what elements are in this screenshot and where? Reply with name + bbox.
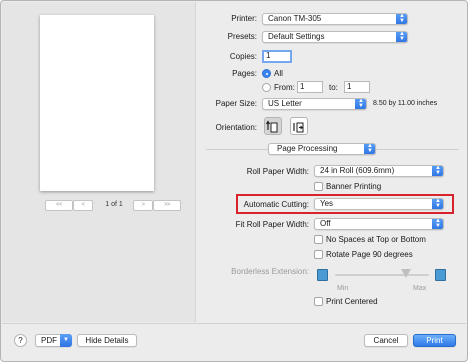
pages-to-label: to: — [329, 83, 338, 92]
automatic-cutting-label: Automatic Cutting: — [243, 200, 309, 209]
print-button[interactable]: Print — [413, 334, 456, 347]
paper-size-popup[interactable]: US Letter ▲ ▼ — [262, 98, 367, 110]
paper-size-dimensions: 8.50 by 11.00 inches — [373, 100, 438, 107]
preview-pane: << < 1 of 1 > >> — [2, 2, 196, 322]
borderless-slider-thumb[interactable] — [400, 269, 411, 278]
borderless-min-label: Min — [337, 285, 349, 292]
help-button[interactable]: ? — [14, 334, 27, 347]
rotate-page-checkbox[interactable] — [314, 250, 323, 259]
pages-from-radio[interactable] — [262, 83, 271, 92]
last-page-button[interactable]: >> — [153, 200, 181, 211]
pages-from-field[interactable]: 1 — [297, 81, 323, 93]
borderless-min-icon — [317, 269, 328, 281]
orientation-label: Orientation: — [215, 123, 257, 132]
roll-paper-width-popup[interactable]: 24 in Roll (609.6mm) ▲ ▼ — [314, 165, 444, 177]
portrait-icon — [265, 120, 278, 133]
portrait-button[interactable] — [264, 117, 282, 135]
section-popup[interactable]: Page Processing ▲ ▼ — [268, 143, 376, 155]
borderless-max-icon — [435, 269, 446, 281]
rotate-page-label: Rotate Page 90 degrees — [326, 250, 413, 259]
printer-value: Canon TM-305 — [268, 14, 322, 23]
printer-popup[interactable]: Canon TM-305 ▲ ▼ — [262, 13, 408, 25]
fit-roll-paper-width-value: Off — [320, 219, 331, 228]
paper-size-value: US Letter — [268, 99, 302, 108]
borderless-max-label: Max — [413, 285, 427, 292]
automatic-cutting-value: Yes — [320, 199, 334, 208]
chevron-updown-icon: ▲ ▼ — [355, 99, 366, 109]
fit-roll-paper-width-label: Fit Roll Paper Width: — [235, 220, 309, 229]
chevron-updown-icon: ▲ ▼ — [396, 32, 407, 42]
banner-printing-checkbox[interactable] — [314, 182, 323, 191]
hide-details-button[interactable]: Hide Details — [77, 334, 137, 347]
presets-popup[interactable]: Default Settings ▲ ▼ — [262, 31, 408, 43]
paper-size-label: Paper Size: — [215, 99, 257, 108]
pages-from-label: From: — [274, 83, 295, 92]
previous-page-button[interactable]: < — [73, 200, 93, 211]
roll-paper-width-value: 24 in Roll (609.6mm) — [320, 166, 395, 175]
copies-label: Copies: — [229, 52, 257, 61]
pages-all-label: All — [274, 69, 283, 78]
first-page-button[interactable]: << — [45, 200, 73, 211]
chevron-updown-icon: ▲ ▼ — [432, 219, 443, 229]
page-preview — [40, 15, 154, 191]
print-centered-label: Print Centered — [326, 297, 378, 306]
print-centered-checkbox[interactable] — [314, 297, 323, 306]
chevron-updown-icon: ▲ ▼ — [364, 144, 375, 154]
section-value: Page Processing — [277, 144, 338, 153]
borderless-extension-label: Borderless Extension: — [231, 267, 309, 276]
landscape-button[interactable] — [290, 117, 308, 135]
presets-value: Default Settings — [268, 32, 325, 41]
no-spaces-checkbox[interactable] — [314, 235, 323, 244]
print-dialog: << < 1 of 1 > >> Printer: Canon TM-305 ▲… — [0, 0, 468, 362]
chevron-down-icon: ▼ — [60, 334, 72, 347]
chevron-updown-icon: ▲ ▼ — [432, 166, 443, 176]
copies-field[interactable]: 1 — [262, 50, 292, 63]
pdf-button[interactable]: PDF ▼ — [35, 334, 72, 347]
borderless-slider-track[interactable] — [335, 274, 429, 276]
presets-label: Presets: — [227, 32, 257, 41]
pages-to-field[interactable]: 1 — [344, 81, 370, 93]
footer-divider — [2, 323, 466, 324]
pages-all-radio[interactable] — [262, 69, 271, 78]
next-page-button[interactable]: > — [133, 200, 153, 211]
roll-paper-width-label: Roll Paper Width: — [246, 167, 309, 176]
chevron-updown-icon: ▲ ▼ — [396, 14, 407, 24]
page-indicator: 1 of 1 — [105, 201, 123, 208]
chevron-updown-icon: ▲ ▼ — [432, 199, 443, 209]
pdf-label: PDF — [41, 336, 57, 345]
banner-printing-label: Banner Printing — [326, 182, 382, 191]
printer-label: Printer: — [231, 14, 257, 23]
no-spaces-label: No Spaces at Top or Bottom — [326, 235, 426, 244]
pages-label: Pages: — [232, 69, 257, 78]
automatic-cutting-popup[interactable]: Yes ▲ ▼ — [314, 198, 444, 210]
fit-roll-paper-width-popup[interactable]: Off ▲ ▼ — [314, 218, 444, 230]
landscape-icon — [293, 122, 304, 133]
cancel-button[interactable]: Cancel — [364, 334, 408, 347]
